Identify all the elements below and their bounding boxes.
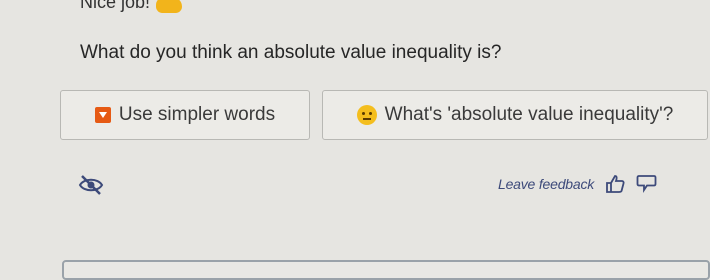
feedback-area: Leave feedback: [498, 174, 658, 194]
eye-slash-icon[interactable]: [78, 174, 104, 196]
header-text: Nice job!: [80, 0, 151, 12]
down-arrow-icon: [94, 107, 111, 123]
hand-icon: [156, 0, 183, 13]
question-text: What do you think an absolute value ineq…: [80, 42, 502, 63]
use-simpler-words-label: Use simpler words: [118, 104, 276, 125]
thinking-face-icon: [356, 105, 377, 125]
response-input[interactable]: [62, 260, 710, 280]
leave-feedback-link[interactable]: Leave feedback: [498, 176, 594, 192]
thumbs-up-icon[interactable]: [604, 174, 626, 194]
whats-absolute-value-inequality-button[interactable]: What's 'absolute value inequality'?: [322, 90, 708, 140]
use-simpler-words-button[interactable]: Use simpler words: [60, 90, 310, 140]
header-message: Nice job!: [80, 0, 183, 13]
thumbs-down-icon[interactable]: [636, 174, 658, 194]
whats-absolute-value-inequality-label: What's 'absolute value inequality'?: [384, 104, 674, 125]
